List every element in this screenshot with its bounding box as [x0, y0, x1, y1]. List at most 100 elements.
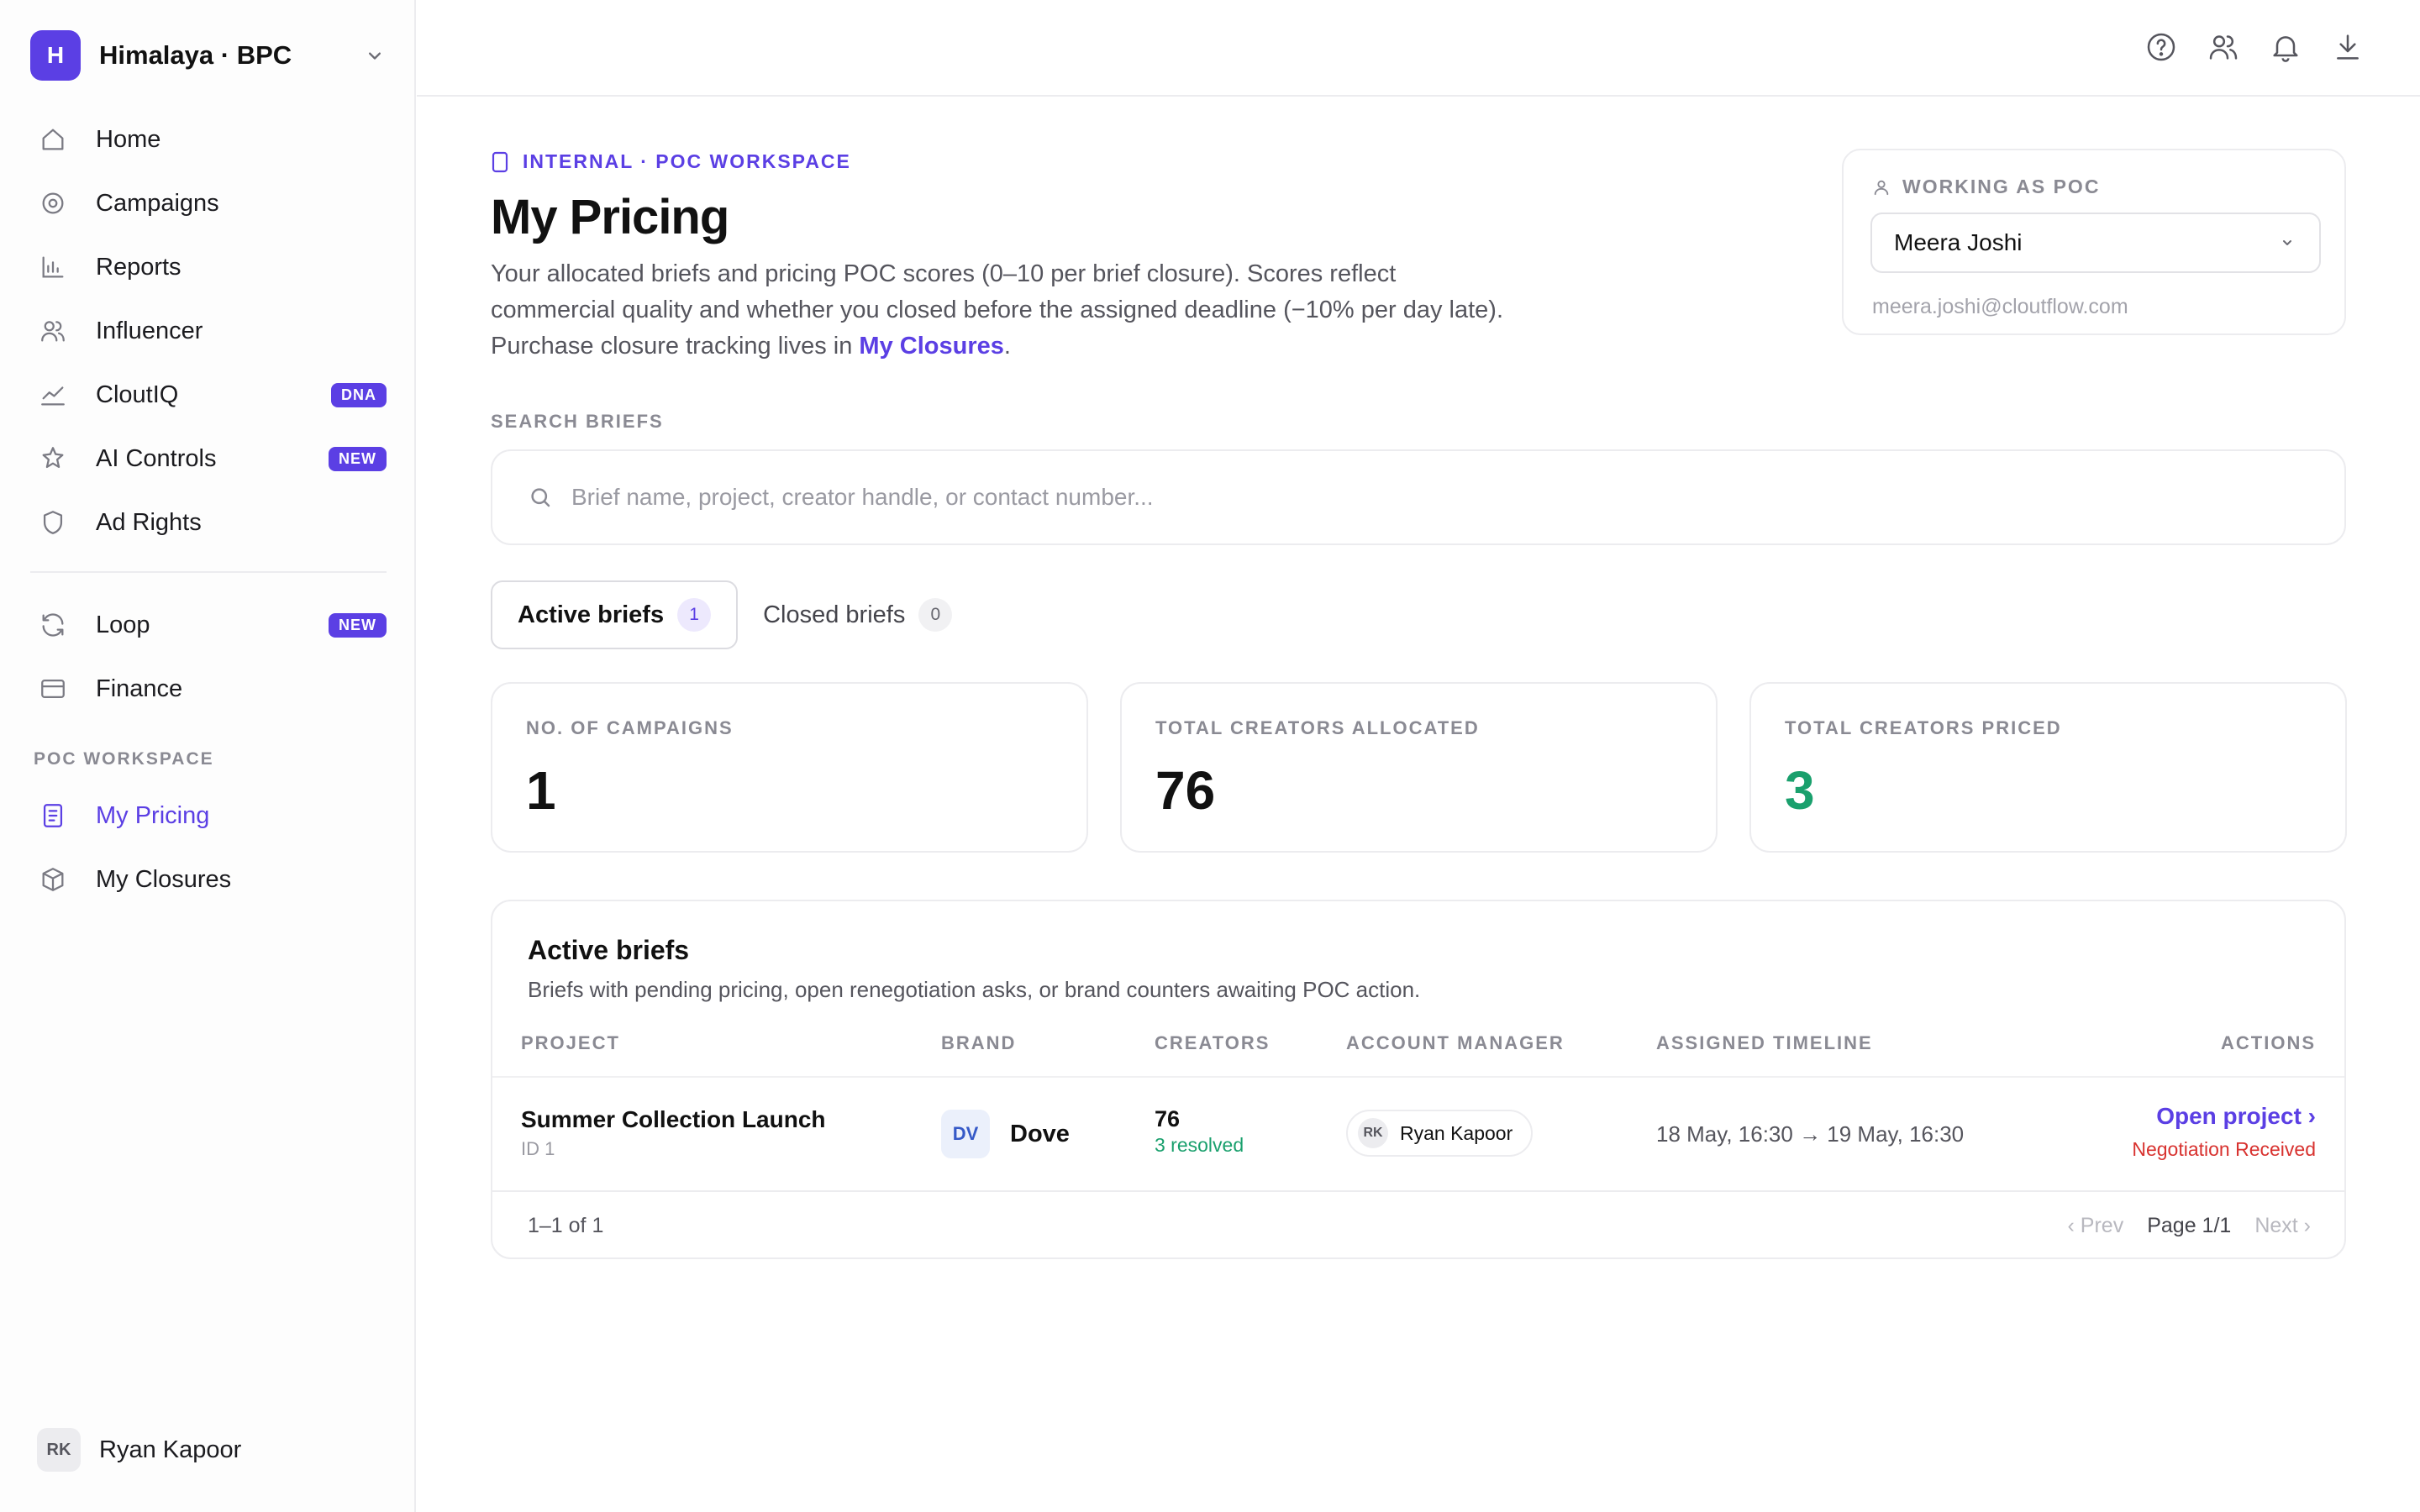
- account-manager-name: Ryan Kapoor: [1400, 1121, 1513, 1144]
- users-icon: [41, 321, 65, 342]
- table-title: Active briefs: [528, 935, 690, 965]
- next-button[interactable]: Next ›: [2254, 1214, 2311, 1238]
- sidebar-item-label: Home: [96, 125, 161, 153]
- current-user[interactable]: RK Ryan Kapoor: [37, 1428, 241, 1472]
- page-indicator: Page 1/1: [2147, 1214, 2232, 1237]
- column-header-actions: ACTIONS: [2221, 1032, 2316, 1053]
- box-icon: [42, 868, 64, 891]
- sidebar-item-finance[interactable]: Finance: [30, 657, 387, 721]
- poc-select[interactable]: Meera Joshi: [1870, 213, 2321, 273]
- project-name: Summer Collection Launch: [521, 1106, 826, 1132]
- sidebar-item-cloutiq[interactable]: CloutIQ DNA: [30, 363, 387, 427]
- search-icon: [531, 488, 550, 507]
- description-line: commercial quality and whether you close…: [491, 297, 1504, 323]
- sidebar-item-label: Finance: [96, 675, 183, 702]
- pager-count: 1–1 of 1: [528, 1214, 604, 1237]
- sidebar-item-label: Ad Rights: [96, 508, 202, 536]
- poc-selected-value: Meera Joshi: [1894, 229, 2023, 255]
- description-line: Your allocated briefs and pricing POC sc…: [491, 260, 1397, 287]
- team-icon[interactable]: [2207, 30, 2240, 64]
- document-icon: [43, 804, 63, 827]
- main-nav: Home Campaigns Reports Influencer CloutI…: [30, 108, 387, 554]
- target-icon: [42, 192, 64, 214]
- project-id: ID 1: [521, 1138, 555, 1159]
- page-title: My Pricing: [491, 190, 729, 244]
- prev-button[interactable]: ‹ Prev: [2068, 1214, 2124, 1238]
- status-badge: Negotiation Received: [2132, 1138, 2316, 1160]
- org-switcher[interactable]: H Himalaya · BPC: [30, 29, 387, 82]
- sidebar-item-label: CloutIQ: [96, 381, 179, 408]
- actions-cell: Open project › Negotiation Received: [2132, 1103, 2316, 1161]
- column-header-creators: CREATORS: [1155, 1032, 1270, 1053]
- trend-icon: [41, 386, 65, 406]
- column-header-account-manager: ACCOUNT MANAGER: [1346, 1032, 1565, 1053]
- stat-campaigns: NO. OF CAMPAIGNS 1: [491, 682, 1088, 853]
- sparkle-icon: [42, 447, 64, 469]
- sidebar-item-label: Campaigns: [96, 189, 219, 217]
- stat-value: 1: [526, 760, 556, 821]
- poc-selector-card: WORKING AS POC Meera Joshi meera.joshi@c…: [1842, 149, 2346, 335]
- brand-name: Dove: [1010, 1120, 1070, 1147]
- tab-label: Active briefs: [518, 601, 665, 628]
- sidebar-item-label: My Closures: [96, 865, 232, 893]
- avatar: RK: [1358, 1118, 1388, 1148]
- sidebar-item-label: Influencer: [96, 317, 203, 344]
- chevron-down-icon: [2283, 240, 2291, 245]
- active-briefs-table: Active briefs Briefs with pending pricin…: [491, 900, 2346, 1259]
- table-subtitle: Briefs with pending pricing, open renego…: [528, 977, 1421, 1002]
- row-divider: [492, 1076, 2344, 1078]
- brand-logo: DV: [941, 1110, 990, 1158]
- creators-cell: 76 3 resolved: [1155, 1106, 1244, 1157]
- tab-closed-briefs[interactable]: Closed briefs 0: [738, 580, 977, 649]
- sidebar-item-campaigns[interactable]: Campaigns: [30, 171, 387, 235]
- page-description: Your allocated briefs and pricing POC sc…: [491, 256, 1549, 365]
- stat-label: TOTAL CREATORS PRICED: [1785, 717, 2062, 738]
- sidebar-item-influencer[interactable]: Influencer: [30, 299, 387, 363]
- search-label: SEARCH BRIEFS: [491, 411, 664, 432]
- new-badge: NEW: [329, 612, 387, 638]
- shield-icon: [43, 511, 63, 534]
- sidebar-item-my-pricing[interactable]: My Pricing: [30, 784, 387, 848]
- card-icon: [41, 679, 65, 699]
- open-project-link[interactable]: Open project ›: [2132, 1103, 2316, 1130]
- clipboard-icon: [492, 151, 508, 172]
- sidebar-item-label: AI Controls: [96, 444, 217, 472]
- help-icon[interactable]: [2144, 30, 2178, 64]
- refresh-icon: [42, 613, 64, 637]
- sidebar-item-my-closures[interactable]: My Closures: [30, 848, 387, 911]
- stat-value: 76: [1155, 760, 1216, 821]
- user-name: Ryan Kapoor: [99, 1436, 242, 1463]
- tab-active-briefs[interactable]: Active briefs 1: [491, 580, 739, 649]
- brand-cell: DV Dove: [941, 1110, 1070, 1158]
- download-icon[interactable]: [2331, 30, 2365, 64]
- bell-icon[interactable]: [2269, 30, 2302, 64]
- home-icon: [42, 129, 64, 150]
- sidebar-item-label: Reports: [96, 253, 182, 281]
- account-manager-chip: RK Ryan Kapoor: [1346, 1110, 1534, 1157]
- description-suffix: .: [1003, 333, 1011, 360]
- eyebrow: INTERNAL · POC WORKSPACE: [491, 150, 851, 173]
- column-header-timeline: ASSIGNED TIMELINE: [1656, 1032, 1873, 1053]
- search-box[interactable]: [491, 449, 2346, 545]
- secondary-nav: Loop NEW Finance: [30, 593, 387, 721]
- sidebar: H Himalaya · BPC Home Campaigns Reports …: [0, 0, 416, 1512]
- sidebar-item-ad-rights[interactable]: Ad Rights: [30, 491, 387, 554]
- sidebar-item-home[interactable]: Home: [30, 108, 387, 171]
- sidebar-item-loop[interactable]: Loop NEW: [30, 593, 387, 657]
- poc-nav: My Pricing My Closures: [30, 784, 387, 911]
- stats-row: NO. OF CAMPAIGNS 1 TOTAL CREATORS ALLOCA…: [491, 682, 2347, 853]
- stat-label: TOTAL CREATORS ALLOCATED: [1155, 717, 1480, 738]
- my-closures-link[interactable]: My Closures: [859, 333, 1003, 360]
- search-input[interactable]: [571, 484, 2168, 511]
- org-badge: H: [30, 30, 81, 81]
- timeline-cell: 18 May, 16:30 → 19 May, 16:30: [1656, 1121, 1965, 1147]
- sidebar-item-ai-controls[interactable]: AI Controls NEW: [30, 427, 387, 491]
- creators-resolved: 3 resolved: [1155, 1134, 1244, 1156]
- stat-creators-priced: TOTAL CREATORS PRICED 3: [1749, 682, 2347, 853]
- sidebar-item-reports[interactable]: Reports: [30, 235, 387, 299]
- chevron-down-icon: [369, 52, 381, 60]
- poc-email: meera.joshi@cloutflow.com: [1872, 295, 2128, 318]
- bar-chart-icon: [42, 256, 64, 278]
- row-divider: [492, 1190, 2344, 1192]
- creators-count: 76: [1155, 1106, 1181, 1131]
